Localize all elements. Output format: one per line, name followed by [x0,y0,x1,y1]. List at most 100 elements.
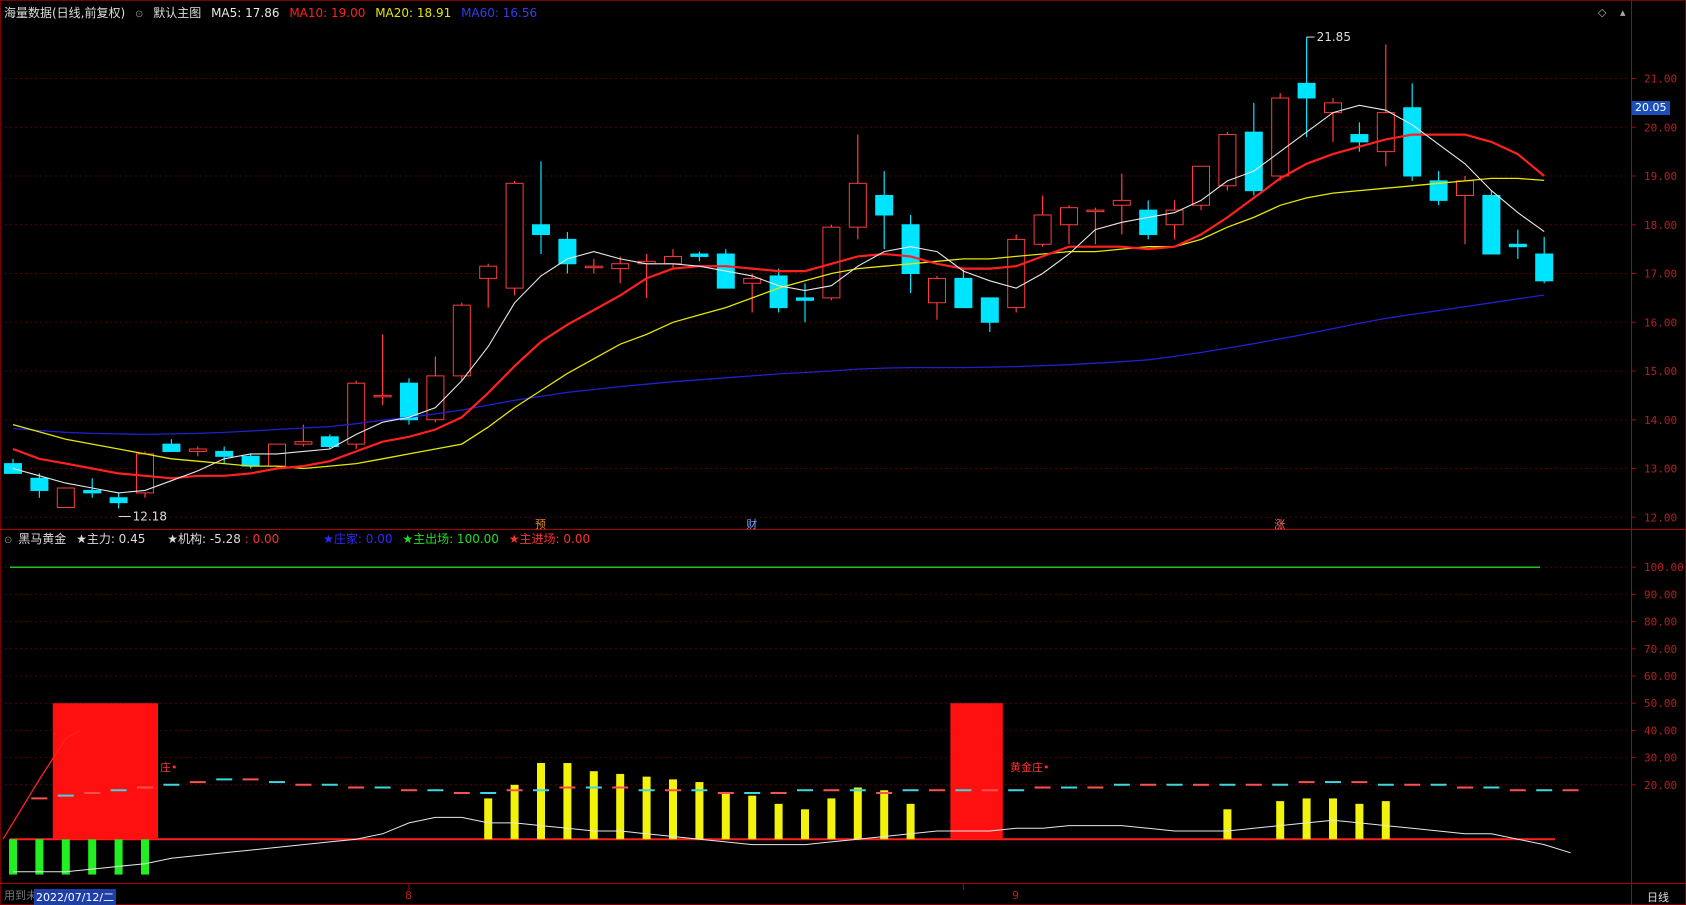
candle-body [1060,207,1078,226]
main-chart-name[interactable]: 默认主图 [153,6,201,20]
candle-body [690,253,709,257]
candle-body [294,441,313,445]
sub-tick-label: 60.00 [1644,670,1677,683]
sub-tick-label: 50.00 [1644,697,1677,710]
candle-body [954,277,973,309]
main-tick-label: 12.00 [1644,511,1677,524]
period-label[interactable]: 日线 [1647,889,1669,905]
yellow-bar [853,787,862,840]
yellow-bar [1355,803,1364,840]
yellow-bar [880,790,889,840]
candle-body [1192,165,1210,206]
sub-chart-title[interactable]: 黑马黄金 [18,532,66,546]
yellow-bar [537,763,545,840]
chart-title: 海量数据(日线,前复权) [4,6,126,20]
low-price-label: 12.18 [133,509,167,523]
candle-body [980,297,999,323]
main-tick-label: 20.00 [1644,121,1677,134]
event-marker-forecast: 预 [535,518,546,531]
candle-body [1086,209,1105,213]
main-tick-label: 16.00 [1644,316,1677,329]
candle-body [1218,134,1237,187]
candle-body [162,443,181,452]
main-tick-label: 15.00 [1644,365,1677,378]
sub-chart-icon[interactable]: ⊙ [4,535,12,546]
candle-body [1482,195,1501,255]
green-bar [61,839,70,875]
annotation-zhuang: 庄• [160,760,178,774]
yellow-bar [1329,798,1337,840]
green-bar [114,839,123,875]
candle-body [56,487,75,508]
candle-body [1297,82,1316,99]
yellow-bar [669,779,677,840]
candle-body [743,277,762,284]
candle-body [1350,134,1369,143]
sub-tick-label: 70.00 [1644,643,1677,656]
candle-body [928,277,946,304]
high-price-label: 21.85 [1317,30,1351,44]
ma60-legend: MA60: 16.56 [461,6,538,20]
main-tick-label: 17.00 [1644,268,1677,281]
zhuangjia-legend: ★庄家: 0.00 [323,532,393,546]
candle-body [796,297,814,301]
candle-body [558,238,577,265]
ma20-line [12,177,1545,470]
month-label-8: 8 [405,889,412,902]
yellow-bar [510,784,519,840]
candle-body [769,275,788,309]
green-bar [141,839,149,875]
sub-tick-label: 40.00 [1644,724,1677,737]
candle-body [1535,253,1554,282]
ma5-legend: MA5: 17.86 [211,6,280,20]
yellow-bar [484,798,493,840]
main-tick-label: 19.00 [1644,170,1677,183]
cursor-date-label: 2022/07/12/二 [34,889,117,905]
candle-body [452,304,471,377]
diamond-icon[interactable]: ◇ [1598,6,1606,19]
yellow-bar [827,798,836,840]
event-marker-finance: 财 [746,517,757,531]
yellow-bar [748,795,757,840]
big-red-block [950,703,1003,840]
chart-canvas[interactable]: 21.00 20.00 19.00 18.00 17.00 16.00 15.00 14.00… [0,0,1686,905]
candle-body [848,182,867,228]
candle-body [1244,131,1263,192]
candle-body [1007,238,1026,309]
candle-body [1271,97,1290,177]
yellow-bar [616,773,625,840]
entry-legend: ★主进场: 0.00 [508,532,591,546]
ma60-line [12,294,1545,436]
chart-title-icon[interactable]: ⊙ [135,9,143,20]
candle-body [373,394,392,398]
month-label-9: 9 [1012,889,1019,902]
candle-body [83,489,102,494]
yellow-bar [721,792,730,840]
main-tick-label: 14.00 [1644,414,1677,427]
ma10-legend: MA10: 19.00 [289,6,366,20]
sub-legend: ⊙ 黑马黄金 ★主力: 0.45 ★机构: -5.28 : 0.00 ★庄家: … [4,532,596,548]
candle-body [505,182,524,289]
zhuli-legend: ★主力: 0.45 [76,532,146,546]
green-bar [9,839,17,875]
window-border [0,0,1686,905]
jigou-legend: ★机构: -5.28 [167,532,241,546]
candle-body [611,263,630,270]
jigou-value: : 0.00 [244,532,280,546]
event-marker-limitup: 涨 [1274,518,1285,531]
scroll-up-icon[interactable]: ▴ [1620,6,1626,19]
green-bar [35,839,44,875]
sub-tick-label: 30.00 [1644,752,1677,765]
candle-body [268,443,286,467]
candle-body [188,448,207,452]
candle-body [1112,199,1131,206]
yellow-bar [642,776,651,840]
ma20-legend: MA20: 18.91 [375,6,452,20]
candle-body [241,455,260,467]
sub-tick-label: 20.00 [1644,779,1677,792]
main-tick-label: 21.00 [1644,73,1677,86]
candle-body [400,382,418,421]
candle-body [1456,180,1474,196]
sub-tick-label: 100.00 [1644,561,1684,574]
candle-body [1033,214,1052,245]
